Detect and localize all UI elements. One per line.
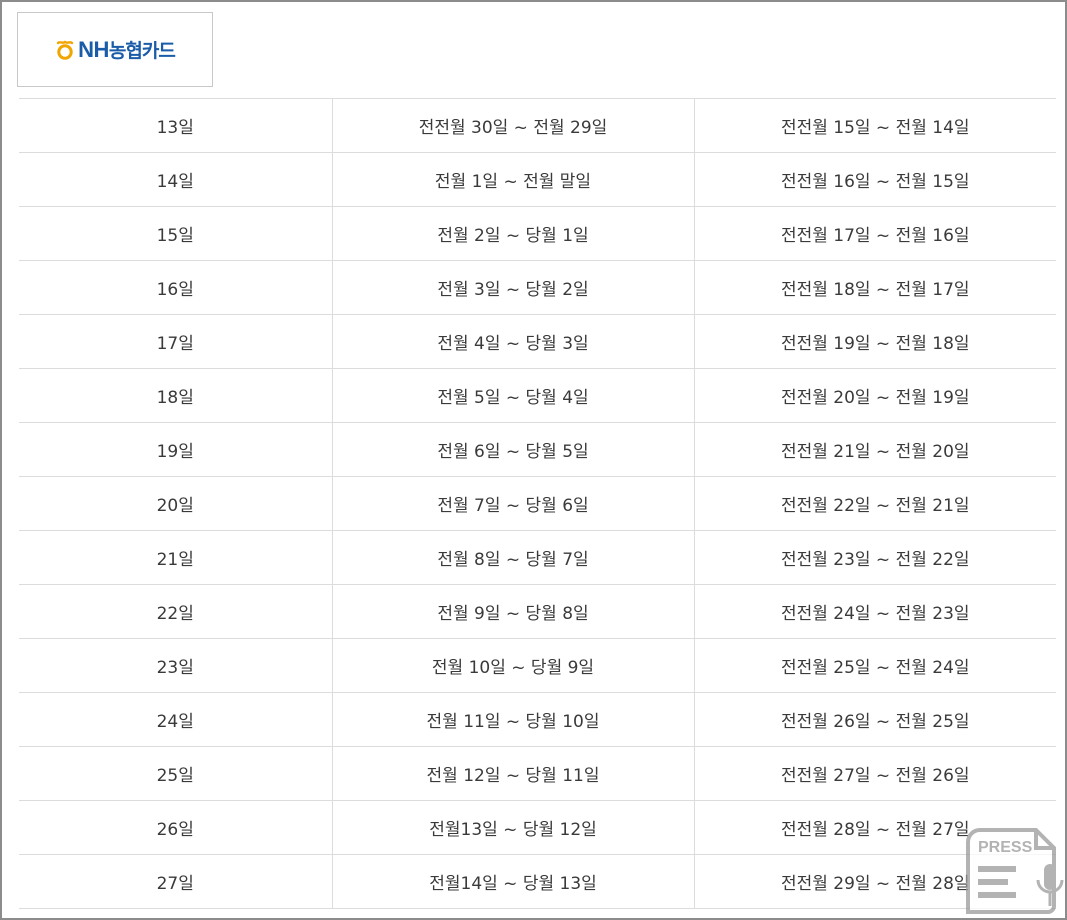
payment-day-cell: 27일: [19, 854, 332, 909]
table-row: 22일 전월 9일 ~ 당월 8일 전전월 24일 ~ 전월 23일: [19, 584, 1056, 639]
table-row: 19일 전월 6일 ~ 당월 5일 전전월 21일 ~ 전월 20일: [19, 422, 1056, 477]
table-row: 23일 전월 10일 ~ 당월 9일 전전월 25일 ~ 전월 24일: [19, 638, 1056, 693]
period-cell: 전전월 24일 ~ 전월 23일: [693, 584, 1056, 639]
period-cell: 전월 1일 ~ 전월 말일: [331, 152, 694, 207]
period-cell: 전전월 27일 ~ 전월 26일: [693, 746, 1056, 801]
table-row: 16일 전월 3일 ~ 당월 2일 전전월 18일 ~ 전월 17일: [19, 260, 1056, 315]
period-cell: 전전월 16일 ~ 전월 15일: [693, 152, 1056, 207]
period-cell: 전월 5일 ~ 당월 4일: [331, 368, 694, 423]
payment-day-cell: 26일: [19, 800, 332, 855]
payment-day-cell: 23일: [19, 638, 332, 693]
payment-day-cell: 14일: [19, 152, 332, 207]
nh-logo-mark-icon: [56, 40, 74, 60]
payment-day-cell: 20일: [19, 476, 332, 531]
table-row: 26일 전월13일 ~ 당월 12일 전전월 28일 ~ 전월 27일: [19, 800, 1056, 855]
period-cell: 전전월 23일 ~ 전월 22일: [693, 530, 1056, 585]
payment-day-cell: 21일: [19, 530, 332, 585]
payment-day-cell: 24일: [19, 692, 332, 747]
period-cell: 전전월 15일 ~ 전월 14일: [693, 98, 1056, 153]
billing-period-table: 13일 전전월 30일 ~ 전월 29일 전전월 15일 ~ 전월 14일 14…: [19, 98, 1056, 909]
payment-day-cell: 22일: [19, 584, 332, 639]
period-cell: 전전월 22일 ~ 전월 21일: [693, 476, 1056, 531]
payment-day-cell: 13일: [19, 98, 332, 153]
logo-text-korean: 농협카드: [108, 40, 176, 62]
period-cell: 전월 4일 ~ 당월 3일: [331, 314, 694, 369]
payment-day-cell: 15일: [19, 206, 332, 261]
period-cell: 전월 3일 ~ 당월 2일: [331, 260, 694, 315]
press-watermark-text: PRESS: [978, 839, 1033, 856]
payment-day-cell: 25일: [19, 746, 332, 801]
press-document-icon: PRESS: [966, 828, 1064, 914]
table-row: 14일 전월 1일 ~ 전월 말일 전전월 16일 ~ 전월 15일: [19, 152, 1056, 207]
table-row: 24일 전월 11일 ~ 당월 10일 전전월 26일 ~ 전월 25일: [19, 692, 1056, 747]
period-cell: 전월 2일 ~ 당월 1일: [331, 206, 694, 261]
table-row: 15일 전월 2일 ~ 당월 1일 전전월 17일 ~ 전월 16일: [19, 206, 1056, 261]
period-cell: 전월14일 ~ 당월 13일: [331, 854, 694, 909]
period-cell: 전전월 26일 ~ 전월 25일: [693, 692, 1056, 747]
period-cell: 전월 9일 ~ 당월 8일: [331, 584, 694, 639]
period-cell: 전월 11일 ~ 당월 10일: [331, 692, 694, 747]
table-row: 21일 전월 8일 ~ 당월 7일 전전월 23일 ~ 전월 22일: [19, 530, 1056, 585]
table-row: 25일 전월 12일 ~ 당월 11일 전전월 27일 ~ 전월 26일: [19, 746, 1056, 801]
period-cell: 전전월 30일 ~ 전월 29일: [331, 98, 694, 153]
table-row: 27일 전월14일 ~ 당월 13일 전전월 29일 ~ 전월 28일: [19, 854, 1056, 909]
logo-text-nh: NH: [78, 36, 109, 62]
nh-card-logo: NH 농협카드: [17, 12, 213, 87]
period-cell: 전전월 18일 ~ 전월 17일: [693, 260, 1056, 315]
period-cell: 전월13일 ~ 당월 12일: [331, 800, 694, 855]
period-cell: 전전월 19일 ~ 전월 18일: [693, 314, 1056, 369]
table-row: 20일 전월 7일 ~ 당월 6일 전전월 22일 ~ 전월 21일: [19, 476, 1056, 531]
period-cell: 전전월 20일 ~ 전월 19일: [693, 368, 1056, 423]
payment-day-cell: 19일: [19, 422, 332, 477]
table-row: 18일 전월 5일 ~ 당월 4일 전전월 20일 ~ 전월 19일: [19, 368, 1056, 423]
table-row: 13일 전전월 30일 ~ 전월 29일 전전월 15일 ~ 전월 14일: [19, 98, 1056, 153]
period-cell: 전전월 21일 ~ 전월 20일: [693, 422, 1056, 477]
payment-day-cell: 17일: [19, 314, 332, 369]
payment-day-cell: 16일: [19, 260, 332, 315]
period-cell: 전전월 17일 ~ 전월 16일: [693, 206, 1056, 261]
period-cell: 전전월 25일 ~ 전월 24일: [693, 638, 1056, 693]
table-row: 17일 전월 4일 ~ 당월 3일 전전월 19일 ~ 전월 18일: [19, 314, 1056, 369]
period-cell: 전월 8일 ~ 당월 7일: [331, 530, 694, 585]
period-cell: 전월 12일 ~ 당월 11일: [331, 746, 694, 801]
period-cell: 전월 7일 ~ 당월 6일: [331, 476, 694, 531]
payment-day-cell: 18일: [19, 368, 332, 423]
logo-inner: NH 농협카드: [55, 36, 176, 63]
period-cell: 전월 10일 ~ 당월 9일: [331, 638, 694, 693]
period-cell: 전월 6일 ~ 당월 5일: [331, 422, 694, 477]
